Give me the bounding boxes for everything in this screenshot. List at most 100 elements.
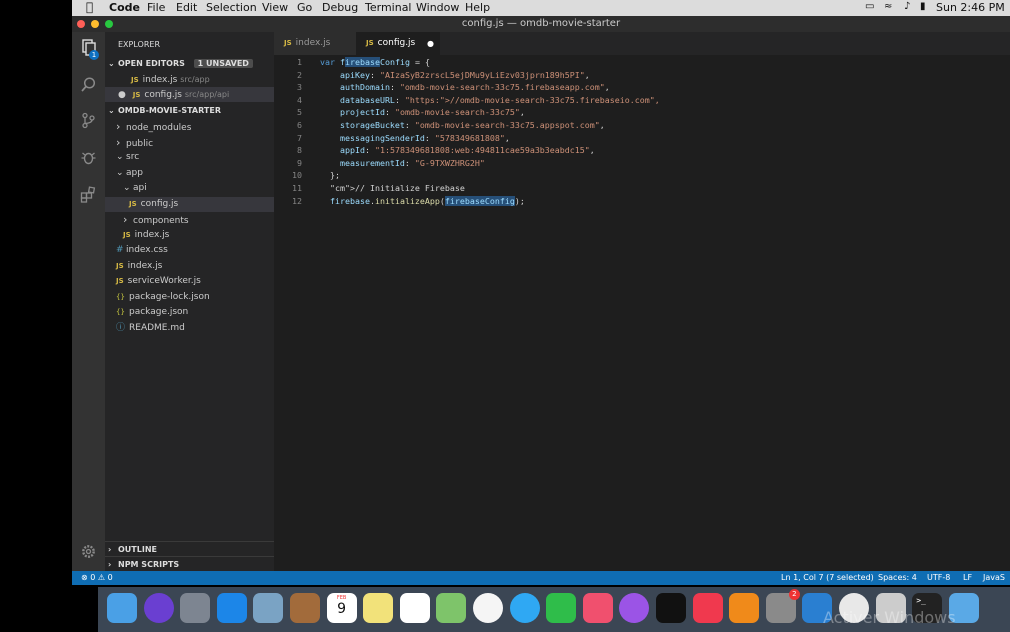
editor-tab-bar: JS index.js JS config.js ● [274,32,1010,55]
tab-index-js[interactable]: JS index.js [274,32,356,55]
open-editors-header[interactable]: ⌄ OPEN EDITORS 1 UNSAVED [105,56,274,71]
tree-item-serviceworker-js[interactable]: JS serviceWorker.js [105,274,274,289]
code-line[interactable]: storageBucket: "omdb-movie-search-33c75.… [320,120,605,130]
photos-icon[interactable] [473,593,503,623]
eol-status[interactable]: LF [963,571,972,585]
menu-help[interactable]: Help [465,1,490,14]
encoding-status[interactable]: UTF-8 [927,571,950,585]
code-line[interactable]: projectId: "omdb-movie-search-33c75", [320,107,525,117]
line-number: 5 [297,107,302,118]
code-line[interactable]: messagingSenderId: "578349681808", [320,133,510,143]
launchpad-icon[interactable] [180,593,211,623]
code-line[interactable]: }; [320,170,340,180]
siri-icon[interactable] [143,593,174,623]
window-titlebar: config.js — omdb-movie-starter [72,16,1010,32]
finder-icon[interactable] [107,593,137,623]
explorer-badge: 1 [89,50,99,60]
line-number: 6 [297,120,302,130]
menu-file[interactable]: File [147,1,165,14]
search-icon[interactable] [80,76,97,93]
maps-icon[interactable] [436,593,467,623]
outline-header[interactable]: › OUTLINE [105,541,274,557]
tab-config-js[interactable]: JS config.js ● [356,32,440,55]
tree-item-api[interactable]: ⌄ api [105,181,274,196]
tree-item-index-css[interactable]: # index.css [105,243,274,258]
js-file-icon: JS [116,261,124,270]
menu-edit[interactable]: Edit [176,1,197,14]
language-mode[interactable]: JavaS [983,571,1005,585]
explorer-title: EXPLORER [118,40,160,49]
explorer-sidebar: EXPLORER ⌄ OPEN EDITORS 1 UNSAVED JS index… [105,32,274,571]
tree-item-label: index.css [126,245,168,255]
menu-view[interactable]: View [262,1,288,14]
tree-item-config-js[interactable]: JS config.js [105,196,274,212]
tree-item-index-js[interactable]: JS index.js [105,259,274,274]
books-icon[interactable] [729,593,760,623]
code-line[interactable]: appId: "1:578349681808:web:494811cae59a3… [320,145,595,155]
tree-item-public[interactable]: › public [105,135,274,150]
code-editor[interactable]: 1 var firebaseConfig = {2 apiKey: "AIzaSy… [274,55,1010,571]
code-line[interactable]: measurementId: "G-9TXWZHRG2H" [320,158,485,168]
project-header[interactable]: ⌄ OMDB-MOVIE-STARTER [105,103,274,118]
tree-item-label: config.js [140,198,179,209]
tree-item-label: package.json [129,307,189,317]
tree-item-node-modules[interactable]: › node_modules [105,119,274,134]
menu-selection[interactable]: Selection [206,1,257,14]
wifi-icon[interactable]: ≈ [884,1,892,12]
json-file-icon: {} [116,308,125,316]
battery-icon[interactable]: ▮ [920,1,926,12]
code-line[interactable]: databaseURL: "https:">//omdb-movie-searc… [320,95,660,105]
notes-icon[interactable] [363,593,394,623]
code-line[interactable]: "cm">// Initialize Firebase [320,183,465,193]
tab-unsaved-dot-icon[interactable]: ● [427,32,434,55]
facetime-icon[interactable] [546,593,577,623]
problems-indicator[interactable]: ⊗ 0 ⚠ 0 [81,571,113,585]
menu-debug[interactable]: Debug [322,1,358,14]
settings-gear-icon[interactable] [80,543,97,560]
menu-window[interactable]: Window [416,1,459,14]
menu-app-name[interactable]: Code [109,1,140,14]
podcasts-icon[interactable] [619,593,650,623]
open-editor-item-config-js[interactable]: ● JS config.js src/app/api [105,87,274,102]
tree-item-app[interactable]: ⌄ app [105,166,274,181]
source-control-icon[interactable] [80,112,97,129]
calendar-icon[interactable]: FEB 9 [326,593,357,623]
screen-mirroring-icon[interactable]: ▭ [865,1,874,12]
project-name: OMDB-MOVIE-STARTER [118,106,221,115]
tree-item-package-lock-json[interactable]: {} package-lock.json [105,290,274,305]
indentation-status[interactable]: Spaces: 4 [878,571,917,585]
code-line[interactable]: apiKey: "AIzaSyB2zrscL5ejDMu9yLiEzv03jpr… [320,70,590,80]
tree-item-package-json[interactable]: {} package.json [105,305,274,320]
js-file-icon: JS [366,39,374,47]
tree-item-components[interactable]: › components [105,212,274,227]
outline-label: OUTLINE [118,545,157,554]
unsaved-dot-icon[interactable]: ● [118,90,126,100]
music-icon[interactable] [582,593,613,623]
extensions-icon[interactable] [80,186,97,203]
safari-icon[interactable] [216,593,247,623]
code-line[interactable]: firebase.initializeApp(firebaseConfig); [320,195,525,206]
open-editor-file-path: src/app/api [184,90,230,99]
code-line[interactable]: authDomain: "omdb-movie-search-33c75.fir… [320,82,610,92]
code-line[interactable]: var firebaseConfig = { [320,57,430,67]
apple-icon[interactable]:  [86,0,93,14]
mail-icon[interactable] [253,593,284,623]
apple-tv-icon[interactable] [656,593,686,623]
tree-item-readme-md[interactable]: ⓘ README.md [105,321,274,336]
system-preferences-icon[interactable]: 2 [765,589,800,623]
volume-icon[interactable]: ♪ [904,1,910,12]
news-icon[interactable] [692,593,723,623]
reminders-icon[interactable] [399,593,430,623]
debug-icon[interactable] [80,149,97,166]
menu-go[interactable]: Go [297,1,312,14]
menu-terminal[interactable]: Terminal [365,1,412,14]
tree-item-index-js[interactable]: JS index.js [105,228,274,243]
npm-scripts-header[interactable]: › NPM SCRIPTS [105,556,274,572]
messages-icon[interactable] [509,593,540,623]
window-title: config.js — omdb-movie-starter [461,18,621,29]
tree-item-src[interactable]: ⌄ src [105,150,274,165]
cursor-position[interactable]: Ln 1, Col 7 (7 selected) [781,571,874,585]
contacts-icon[interactable] [290,593,320,623]
menubar-clock[interactable]: Sun 2:46 PM [936,1,1005,14]
open-editor-item-index-js[interactable]: JS index.js src/app [105,72,274,87]
